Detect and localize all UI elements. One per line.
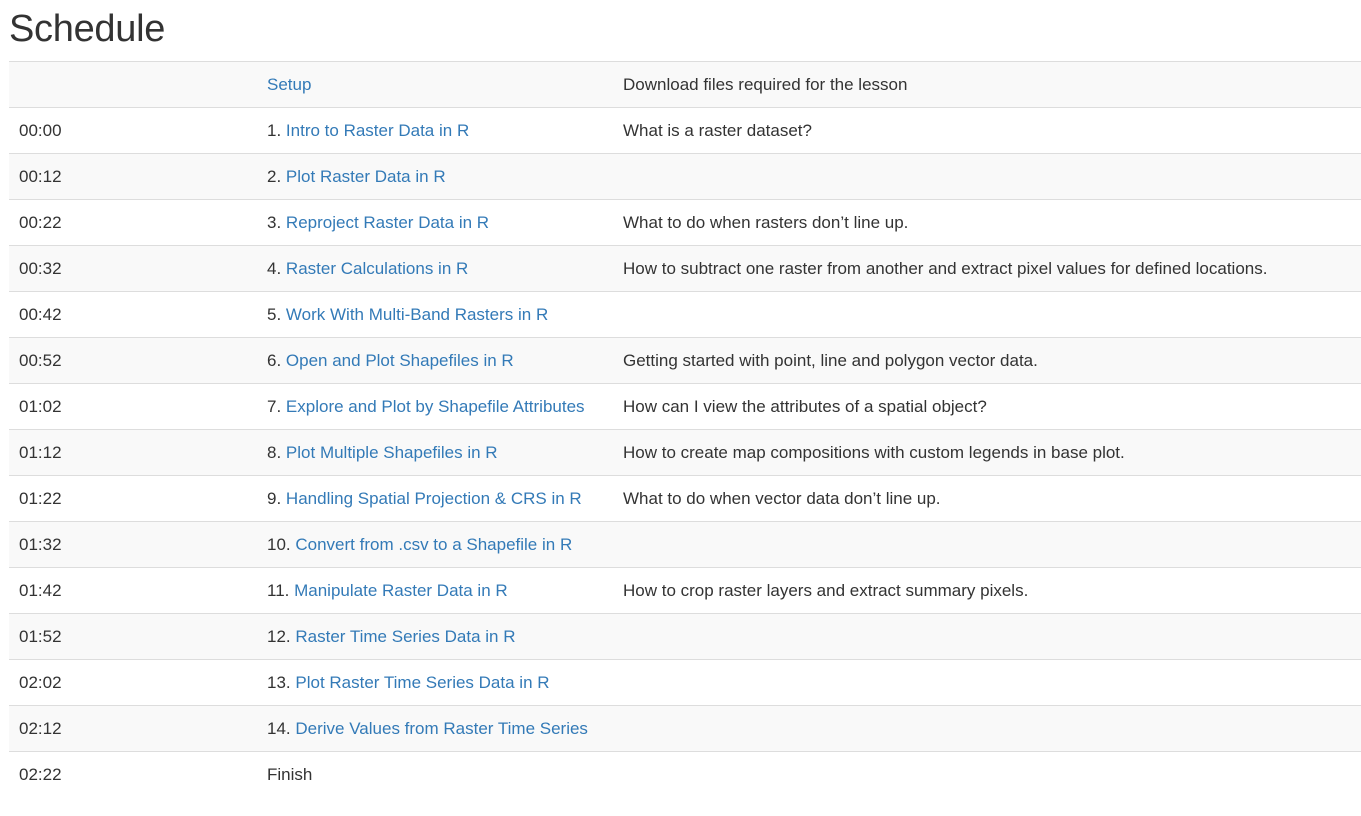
schedule-episode-cell: 4. Raster Calculations in R	[257, 245, 613, 292]
schedule-row: 00:22 3. Reproject Raster Data in R What t…	[9, 199, 1361, 246]
schedule-time: 00:32	[9, 245, 257, 292]
episode-link[interactable]: Plot Raster Data in R	[286, 167, 446, 186]
episode-number: 3.	[267, 212, 282, 232]
episode-number: 12.	[267, 626, 291, 646]
schedule-row: 00:12 2. Plot Raster Data in R	[9, 153, 1361, 200]
schedule-row: 01:52 12. Raster Time Series Data in R	[9, 613, 1361, 660]
schedule-episode-cell: 2. Plot Raster Data in R	[257, 153, 613, 200]
schedule-time: 00:22	[9, 199, 257, 246]
schedule-question: Getting started with point, line and pol…	[613, 337, 1361, 384]
schedule-episode-cell: 12. Raster Time Series Data in R	[257, 613, 613, 660]
schedule-row: 02:02 13. Plot Raster Time Series Data in…	[9, 659, 1361, 706]
schedule-row: 00:32 4. Raster Calculations in R How to s…	[9, 245, 1361, 292]
schedule-episode-cell: 5. Work With Multi-Band Rasters in R	[257, 291, 613, 338]
schedule-time	[9, 61, 257, 108]
schedule-time: 00:00	[9, 107, 257, 154]
schedule-row: 00:00 1. Intro to Raster Data in R What is…	[9, 107, 1361, 154]
episode-number: 1.	[267, 120, 282, 140]
episode-link[interactable]: Raster Time Series Data in R	[295, 627, 515, 646]
episode-number: 4.	[267, 258, 282, 278]
episode-number: 6.	[267, 350, 282, 370]
episode-number: 11.	[267, 580, 290, 600]
schedule-episode-cell: 6. Open and Plot Shapefiles in R	[257, 337, 613, 384]
schedule-question: What is a raster dataset?	[613, 107, 1361, 154]
schedule-time: 00:12	[9, 153, 257, 200]
schedule-row: 01:12 8. Plot Multiple Shapefiles in R How…	[9, 429, 1361, 476]
page-title: Schedule	[9, 8, 166, 50]
schedule-time: 01:32	[9, 521, 257, 568]
schedule-row: 02:22 Finish	[9, 751, 1361, 798]
episode-link[interactable]: Derive Values from Raster Time Series	[295, 719, 588, 738]
schedule-time: 01:22	[9, 475, 257, 522]
episode-link[interactable]: Plot Raster Time Series Data in R	[295, 673, 549, 692]
episode-link[interactable]: Raster Calculations in R	[286, 259, 468, 278]
schedule-question: How to crop raster layers and extract su…	[613, 567, 1361, 614]
schedule-table-body: Setup Download files required for the les…	[9, 61, 1361, 798]
schedule-question	[613, 291, 1361, 338]
schedule-time: 01:02	[9, 383, 257, 430]
episode-link[interactable]: Open and Plot Shapefiles in R	[286, 351, 514, 370]
schedule-question: What to do when rasters don’t line up.	[613, 199, 1361, 246]
schedule-episode-cell: 3. Reproject Raster Data in R	[257, 199, 613, 246]
schedule-row: Setup Download files required for the les…	[9, 61, 1361, 108]
episode-number: 9.	[267, 488, 282, 508]
schedule-episode-cell: 11. Manipulate Raster Data in R	[257, 567, 613, 614]
schedule-question	[613, 751, 1361, 798]
schedule-episode-cell: Setup	[257, 61, 613, 108]
schedule-time: 00:52	[9, 337, 257, 384]
schedule-episode-cell: 9. Handling Spatial Projection & CRS in …	[257, 475, 613, 522]
episode-number: 7.	[267, 396, 282, 416]
schedule-time: 02:12	[9, 705, 257, 752]
schedule-time: 02:02	[9, 659, 257, 706]
episode-number: 10.	[267, 534, 291, 554]
schedule-episode-cell: 14. Derive Values from Raster Time Serie…	[257, 705, 613, 752]
episode-link[interactable]: Handling Spatial Projection & CRS in R	[286, 489, 582, 508]
schedule-episode-cell: Finish	[257, 751, 613, 798]
schedule-row: 02:12 14. Derive Values from Raster Time …	[9, 705, 1361, 752]
episode-link[interactable]: Reproject Raster Data in R	[286, 213, 489, 232]
schedule-time: 02:22	[9, 751, 257, 798]
schedule-episode-cell: 10. Convert from .csv to a Shapefile in …	[257, 521, 613, 568]
schedule-row: 01:32 10. Convert from .csv to a Shapefil…	[9, 521, 1361, 568]
episode-number: 5.	[267, 304, 282, 324]
schedule-question: How to create map compositions with cust…	[613, 429, 1361, 476]
schedule-question: How to subtract one raster from another …	[613, 245, 1361, 292]
episode-number: 2.	[267, 166, 282, 186]
schedule-question	[613, 659, 1361, 706]
episode-link[interactable]: Setup	[267, 75, 311, 94]
schedule-time: 00:42	[9, 291, 257, 338]
schedule-page: Schedule Setup Download files required fo…	[0, 0, 1361, 816]
schedule-episode-cell: 13. Plot Raster Time Series Data in R	[257, 659, 613, 706]
schedule-episode-cell: 8. Plot Multiple Shapefiles in R	[257, 429, 613, 476]
schedule-time: 01:42	[9, 567, 257, 614]
schedule-row: 00:42 5. Work With Multi-Band Rasters in …	[9, 291, 1361, 338]
episode-number: 8.	[267, 442, 282, 462]
schedule-question: What to do when vector data don’t line u…	[613, 475, 1361, 522]
episode-number: 14.	[267, 718, 291, 738]
episode-link[interactable]: Manipulate Raster Data in R	[294, 581, 508, 600]
schedule-row: 01:42 11. Manipulate Raster Data in R How …	[9, 567, 1361, 614]
schedule-question: Download files required for the lesson	[613, 61, 1361, 108]
episode-link[interactable]: Plot Multiple Shapefiles in R	[286, 443, 498, 462]
episode-link[interactable]: Convert from .csv to a Shapefile in R	[295, 535, 572, 554]
schedule-question	[613, 705, 1361, 752]
schedule-table: Setup Download files required for the les…	[9, 61, 1361, 798]
schedule-row: 00:52 6. Open and Plot Shapefiles in R Get…	[9, 337, 1361, 384]
episode-link[interactable]: Explore and Plot by Shapefile Attributes	[286, 397, 585, 416]
schedule-row: 01:22 9. Handling Spatial Projection & CR…	[9, 475, 1361, 522]
episode-link[interactable]: Intro to Raster Data in R	[286, 121, 469, 140]
episode-number: 13.	[267, 672, 291, 692]
schedule-time: 01:12	[9, 429, 257, 476]
schedule-question	[613, 153, 1361, 200]
schedule-question	[613, 613, 1361, 660]
episode-link[interactable]: Work With Multi-Band Rasters in R	[286, 305, 548, 324]
episode-label: Finish	[267, 764, 313, 784]
schedule-time: 01:52	[9, 613, 257, 660]
schedule-episode-cell: 1. Intro to Raster Data in R	[257, 107, 613, 154]
schedule-episode-cell: 7. Explore and Plot by Shapefile Attribu…	[257, 383, 613, 430]
schedule-question	[613, 521, 1361, 568]
schedule-row: 01:02 7. Explore and Plot by Shapefile At…	[9, 383, 1361, 430]
schedule-question: How can I view the attributes of a spati…	[613, 383, 1361, 430]
